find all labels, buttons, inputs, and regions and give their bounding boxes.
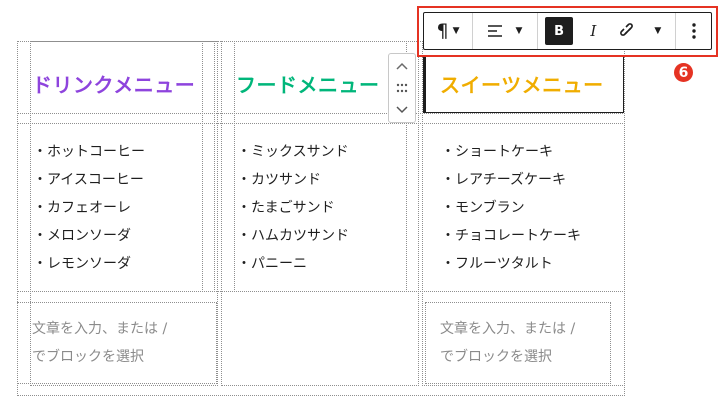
placeholder-line: でブロックを選択: [440, 349, 552, 365]
paragraph-placeholder-sweets[interactable]: 文章を入力、または / でブロックを選択: [440, 315, 575, 371]
placeholder-line: でブロックを選択: [32, 349, 144, 365]
list-item: ・ハムカツサンド: [237, 228, 349, 244]
placeholder-line: 文章を入力、または /: [440, 321, 576, 337]
list-item: ・カツサンド: [237, 172, 321, 188]
list-item: ・カフェオーレ: [33, 200, 131, 216]
list-item: ・ホットコーヒー: [33, 144, 145, 160]
list-item: ・ミックスサンド: [237, 144, 349, 160]
drag-handle-icon[interactable]: [389, 78, 415, 98]
annotation-highlight-box: [417, 6, 718, 57]
list-item: ・レアチーズケーキ: [441, 172, 567, 188]
move-up-icon[interactable]: [389, 56, 415, 76]
menu-list-sweets[interactable]: ・ショートケーキ ・レアチーズケーキ ・モンブラン ・チョコレートケーキ ・フル…: [441, 138, 581, 278]
paragraph-placeholder-drink[interactable]: 文章を入力、または / でブロックを選択: [32, 315, 167, 371]
placeholder-line: 文章を入力、または /: [32, 321, 168, 337]
list-item: ・ショートケーキ: [441, 144, 553, 160]
list-item: ・アイスコーヒー: [33, 172, 144, 188]
list-item: ・レモンソーダ: [33, 256, 131, 272]
list-item: ・たまごサンド: [237, 200, 335, 216]
block-mover[interactable]: [388, 53, 416, 123]
list-item: ・フルーツタルト: [441, 256, 553, 272]
list-item: ・チョコレートケーキ: [441, 228, 581, 244]
move-down-icon[interactable]: [389, 100, 415, 120]
inner-outline-drink: [202, 41, 215, 292]
column-header-sweets[interactable]: スイーツメニュー: [440, 69, 604, 98]
column-header-food[interactable]: フードメニュー: [236, 69, 380, 98]
annotation-number-badge: ❻6: [674, 63, 693, 82]
list-item: ・モンブラン: [441, 200, 525, 216]
menu-list-food[interactable]: ・ミックスサンド ・カツサンド ・たまごサンド ・ハムカツサンド ・パニーニ: [237, 138, 349, 278]
list-item: ・メロンソーダ: [33, 228, 131, 244]
column-header-drink[interactable]: ドリンクメニュー: [32, 69, 195, 98]
menu-list-drink[interactable]: ・ホットコーヒー ・アイスコーヒー ・カフェオーレ ・メロンソーダ ・レモンソー…: [33, 138, 145, 278]
list-item: ・パニーニ: [237, 256, 307, 272]
